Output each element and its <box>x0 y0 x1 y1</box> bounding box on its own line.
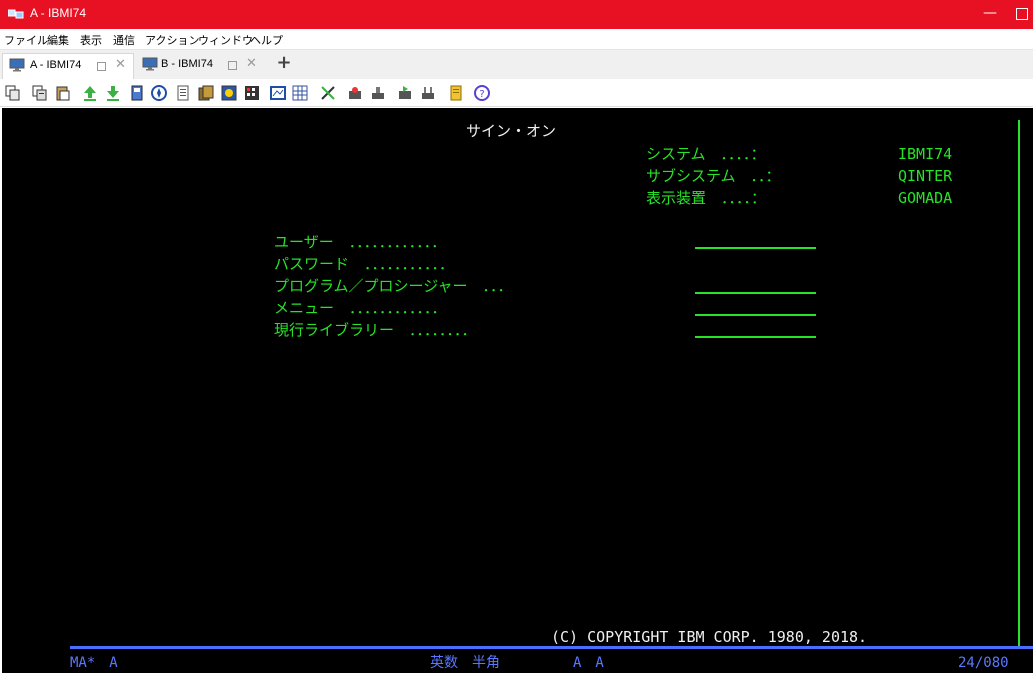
program-input[interactable] <box>695 292 816 294</box>
status-session: MA* A <box>70 655 118 671</box>
upload-icon[interactable] <box>82 85 98 101</box>
menu-view[interactable]: 表示 <box>80 32 102 48</box>
copy-icon[interactable] <box>5 85 21 101</box>
status-separator <box>70 646 1033 649</box>
toolbar: ? <box>0 79 1033 107</box>
tab-session-b[interactable]: B - IBMI74 ✕ <box>136 53 268 79</box>
program-label: プログラム／プロシージャー ．．． <box>274 277 513 295</box>
close-icon[interactable]: ✕ <box>246 56 257 71</box>
record-icon[interactable] <box>347 85 363 101</box>
subsystem-value: QINTER <box>898 167 953 185</box>
add-tab-button[interactable]: + <box>276 52 292 73</box>
compass-icon[interactable] <box>151 85 167 101</box>
display-device-value: GOMADA <box>898 189 953 207</box>
edit-icon[interactable] <box>320 85 336 101</box>
download-icon[interactable] <box>105 85 121 101</box>
settings-icon[interactable] <box>221 85 237 101</box>
terminal-app-icon <box>8 9 24 19</box>
tab-label: A - IBMI74 <box>30 59 82 71</box>
terminal-cursor <box>1018 120 1020 646</box>
paste-icon[interactable] <box>55 85 71 101</box>
status-input-mode: 英数 半角 <box>430 655 500 671</box>
help-icon[interactable]: ? <box>474 85 490 101</box>
restore-icon[interactable] <box>97 62 106 71</box>
stop-icon[interactable] <box>370 85 386 101</box>
display-device-label: 表示装置 ．．．．： <box>646 189 767 207</box>
notes-icon[interactable] <box>448 85 464 101</box>
restore-icon[interactable] <box>228 61 237 70</box>
password-label: パスワード ．．．．．．．．．．． <box>274 255 455 273</box>
current-library-input[interactable] <box>695 336 816 338</box>
svg-text:?: ? <box>479 89 484 100</box>
tab-label: B - IBMI74 <box>161 58 213 70</box>
screen-title: サイン・オン <box>466 122 557 140</box>
monitor-icon <box>142 57 158 71</box>
play-icon[interactable] <box>397 85 413 101</box>
current-library-label: 現行ライブラリー ．．．．．．．． <box>274 321 477 339</box>
save-icon[interactable] <box>129 85 145 101</box>
tab-bar: A - IBMI74 ✕ B - IBMI74 ✕ <box>0 49 1033 79</box>
status-cursor-position: 24/080 <box>958 655 1009 671</box>
macro-icon[interactable] <box>198 85 214 101</box>
user-label: ユーザー ．．．．．．．．．．．． <box>274 233 447 251</box>
menu-input[interactable] <box>695 314 816 316</box>
monitor-icon <box>9 58 25 72</box>
menu-label: メニュー ．．．．．．．．．．．． <box>274 299 447 317</box>
status-mode-flags: A A <box>573 655 604 671</box>
copy-append-icon[interactable] <box>32 85 48 101</box>
print-icon[interactable] <box>175 85 191 101</box>
tab-session-a[interactable]: A - IBMI74 ✕ <box>2 53 134 79</box>
screen-icon[interactable] <box>270 85 286 101</box>
keyboard-icon[interactable] <box>244 85 260 101</box>
terminal-screen[interactable] <box>2 108 1033 673</box>
menu-action[interactable]: アクション <box>145 32 199 48</box>
password-input[interactable] <box>695 254 816 274</box>
menu-edit[interactable]: 編集 <box>47 32 69 48</box>
subsystem-label: サブシステム ．．： <box>646 167 781 185</box>
user-input[interactable] <box>695 247 816 249</box>
copyright-text: (C) COPYRIGHT IBM CORP. 1980, 2018. <box>551 628 868 646</box>
title-bar: A - IBMI74 — <box>0 0 1033 29</box>
maximize-icon[interactable] <box>1016 8 1028 20</box>
menu-window[interactable]: ウィンドウ <box>198 32 253 48</box>
pause-icon[interactable] <box>420 85 436 101</box>
menu-bar: ファイル 編集 表示 通信 アクション ウィンドウ ヘルプ <box>0 29 1033 49</box>
close-icon[interactable]: ✕ <box>115 57 126 72</box>
menu-help[interactable]: ヘルプ <box>250 32 283 48</box>
grid-icon[interactable] <box>292 85 308 101</box>
menu-communication[interactable]: 通信 <box>113 32 135 48</box>
menu-file[interactable]: ファイル <box>4 32 48 48</box>
minimize-icon[interactable]: — <box>976 0 1004 29</box>
system-value: IBMI74 <box>898 145 953 163</box>
window-title: A - IBMI74 <box>30 6 87 20</box>
system-label: システム ．．．．： <box>646 145 766 163</box>
